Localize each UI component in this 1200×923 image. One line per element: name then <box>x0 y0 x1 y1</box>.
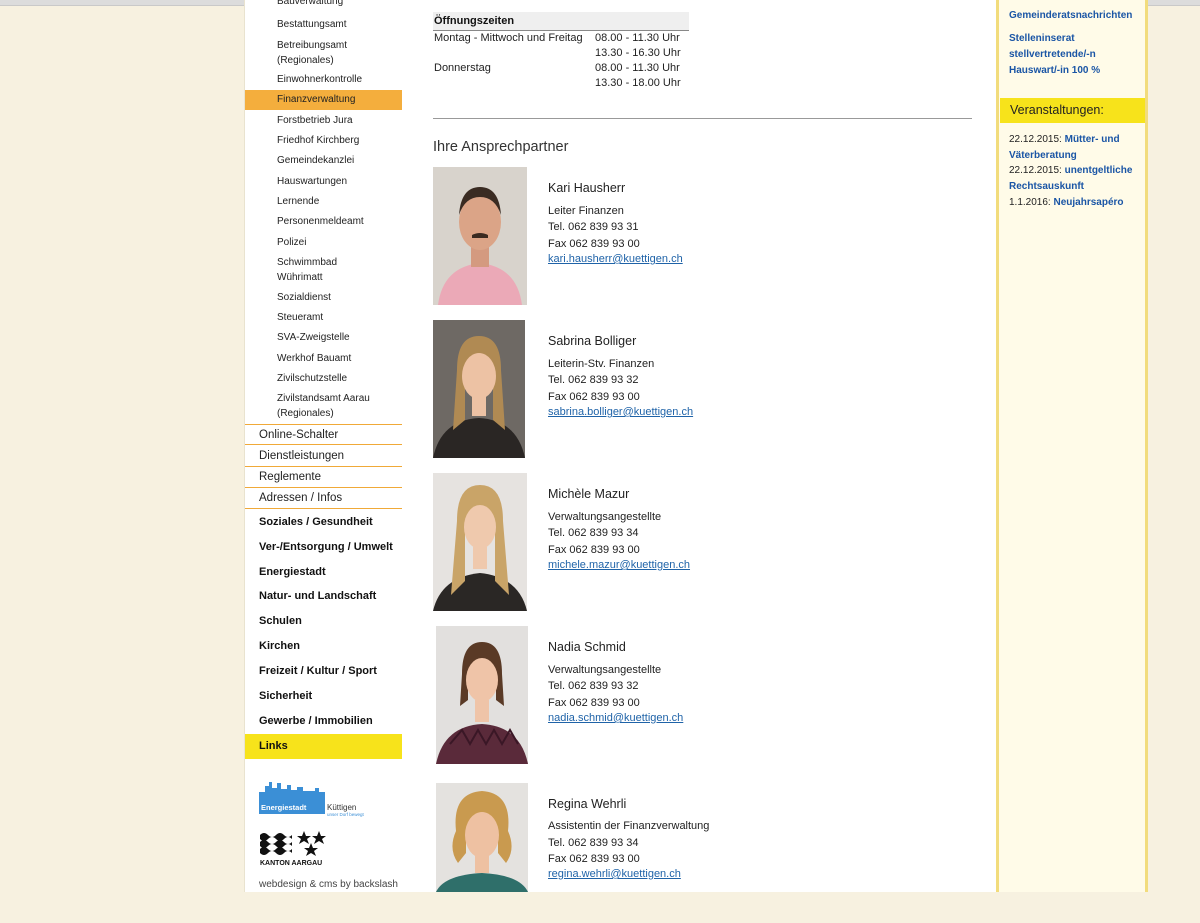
contact-email-link[interactable]: michele.mazur@kuettigen.ch <box>548 559 690 571</box>
contact-role: Assistentin der Finanzverwaltung <box>548 820 710 832</box>
contact-phone: Tel. 062 839 93 32 <box>548 374 639 386</box>
contact-name: Sabrina Bolliger <box>548 334 637 348</box>
event-date: 22.12.2015: <box>1009 134 1062 145</box>
nav-dienstleistungen[interactable]: Dienstleistungen <box>245 446 403 467</box>
nav-ver-entsorgung[interactable]: Ver-/Entsorgung / Umwelt <box>245 535 403 560</box>
contact-photo <box>436 626 528 764</box>
hours-time: 08.00 - 11.30 Uhr <box>595 62 680 74</box>
submenu-item-zivilschutzstelle[interactable]: Zivilschutzstelle <box>245 371 403 386</box>
nav-sicherheit[interactable]: Sicherheit <box>245 684 403 709</box>
left-navigation: Bauverwaltung Bestattungsamt Betreibungs… <box>244 0 403 892</box>
svg-text:unser Dorf bewegt: unser Dorf bewegt <box>327 812 365 817</box>
contact-card: Sabrina Bolliger Leiterin-Stv. Finanzen … <box>433 320 953 460</box>
nav-adressen-infos[interactable]: Adressen / Infos <box>245 488 403 509</box>
hours-time: 08.00 - 11.30 Uhr <box>595 32 680 44</box>
divider <box>433 118 972 119</box>
contact-name: Kari Hausherr <box>548 181 626 195</box>
hours-label: Montag - Mittwoch und Freitag <box>434 32 583 44</box>
submenu-item-werkhof[interactable]: Werkhof Bauamt <box>245 351 403 366</box>
svg-text:Energiestadt: Energiestadt <box>261 803 307 812</box>
contact-card: Nadia Schmid Verwaltungsangestellte Tel.… <box>433 626 953 766</box>
contact-photo <box>436 783 528 892</box>
contact-fax: Fax 062 839 93 00 <box>548 697 640 709</box>
contact-photo <box>433 320 525 458</box>
contact-email-link[interactable]: kari.hausherr@kuettigen.ch <box>548 253 683 265</box>
nav-online-schalter[interactable]: Online-Schalter <box>245 424 403 445</box>
nav-soziales-gesundheit[interactable]: Soziales / Gesundheit <box>245 510 403 535</box>
contact-email-link[interactable]: sabrina.bolliger@kuettigen.ch <box>548 406 693 418</box>
contact-photo <box>433 167 527 305</box>
nav-energiestadt[interactable]: Energiestadt <box>245 560 403 585</box>
submenu-item-personenmeldeamt[interactable]: Personenmeldeamt <box>245 214 403 229</box>
contacts-title: Ihre Ansprechpartner <box>433 139 569 155</box>
event-link[interactable]: Neujahrsapéro <box>1054 197 1124 208</box>
submenu-item-polizei[interactable]: Polizei <box>245 235 403 250</box>
contact-role: Verwaltungsangestellte <box>548 664 662 676</box>
kanton-aargau-logo[interactable]: KANTON AARGAU <box>259 830 329 868</box>
event-item: 22.12.2015: Mütter- und Väterberatung <box>1009 132 1143 164</box>
contact-card: Kari Hausherr Leiter Finanzen Tel. 062 8… <box>433 167 953 307</box>
contact-email-link[interactable]: nadia.schmid@kuettigen.ch <box>548 712 683 724</box>
nav-kirchen[interactable]: Kirchen <box>245 634 403 659</box>
contact-phone: Tel. 062 839 93 31 <box>548 221 639 233</box>
contact-phone: Tel. 062 839 93 34 <box>548 527 639 539</box>
contact-fax: Fax 062 839 93 00 <box>548 544 640 556</box>
submenu-item-zivilstandsamt[interactable]: Zivilstandsamt Aarau (Regionales) <box>245 391 403 421</box>
contact-fax: Fax 062 839 93 00 <box>548 853 640 865</box>
contact-phone: Tel. 062 839 93 32 <box>548 680 639 692</box>
submenu-item-hauswartungen[interactable]: Hauswartungen <box>245 174 403 189</box>
event-date: 1.1.2016: <box>1009 197 1051 208</box>
credit-line: webdesign & cms by backslash <box>259 879 398 890</box>
submenu-item-sozialdienst[interactable]: Sozialdienst <box>245 290 403 305</box>
contact-photo <box>433 473 527 611</box>
submenu-item-bauverwaltung[interactable]: Bauverwaltung <box>245 0 403 8</box>
nav-reglemente[interactable]: Reglemente <box>245 467 403 488</box>
submenu-item-betreibungsamt[interactable]: Betreibungsamt (Regionales) <box>245 38 403 68</box>
nav-links[interactable]: Links <box>245 734 403 759</box>
submenu-item-finanzverwaltung[interactable]: Finanzverwaltung <box>245 90 403 110</box>
submenu-item-lernende[interactable]: Lernende <box>245 194 403 209</box>
event-item: 22.12.2015: unentgeltliche Rechtsauskunf… <box>1009 163 1143 195</box>
hours-table-header: Öffnungszeiten <box>433 12 689 31</box>
nav-natur-landschaft[interactable]: Natur- und Landschaft <box>245 584 403 609</box>
hours-time: 13.30 - 18.00 Uhr <box>595 77 681 89</box>
submenu-item-schwimmbad[interactable]: Schwimmbad Wührimatt <box>245 255 403 285</box>
contact-role: Leiter Finanzen <box>548 205 624 217</box>
svg-text:KANTON AARGAU: KANTON AARGAU <box>260 860 322 867</box>
contact-email-link[interactable]: regina.wehrli@kuettigen.ch <box>548 868 681 880</box>
contact-fax: Fax 062 839 93 00 <box>548 391 640 403</box>
right-sidebar: Gemeinderatsnachrichten Stelleninserat s… <box>996 0 1148 892</box>
nav-freizeit-kultur-sport[interactable]: Freizeit / Kultur / Sport <box>245 659 403 684</box>
news-link[interactable]: Gemeinderatsnachrichten <box>1009 8 1132 24</box>
nav-gewerbe-immobilien[interactable]: Gewerbe / Immobilien <box>245 709 403 734</box>
submenu-item-forstbetrieb[interactable]: Forstbetrieb Jura <box>245 113 403 128</box>
submenu-item-einwohnerkontrolle[interactable]: Einwohnerkontrolle <box>245 72 403 87</box>
energiestadt-logo[interactable]: Energiestadt Küttigen unser Dorf bewegt <box>259 778 384 818</box>
submenu-item-sva-zweigstelle[interactable]: SVA-Zweigstelle <box>245 330 403 345</box>
contact-phone: Tel. 062 839 93 34 <box>548 837 639 849</box>
event-date: 22.12.2015: <box>1009 165 1062 176</box>
events-title: Veranstaltungen: <box>1000 98 1145 123</box>
job-ad-link[interactable]: Stelleninserat stellvertretende/-n Hausw… <box>1009 31 1139 79</box>
submenu-item-bestattungsamt[interactable]: Bestattungsamt <box>245 17 403 32</box>
nav-schulen[interactable]: Schulen <box>245 609 403 634</box>
contact-card: Regina Wehrli Assistentin der Finanzverw… <box>433 783 953 923</box>
contact-card: Michèle Mazur Verwaltungsangestellte Tel… <box>433 473 953 613</box>
contact-fax: Fax 062 839 93 00 <box>548 238 640 250</box>
hours-time: 13.30 - 16.30 Uhr <box>595 47 681 59</box>
contact-name: Michèle Mazur <box>548 487 630 501</box>
event-item: 1.1.2016: Neujahrsapéro <box>1009 195 1143 211</box>
contact-role: Leiterin-Stv. Finanzen <box>548 358 655 370</box>
contact-role: Verwaltungsangestellte <box>548 511 662 523</box>
hours-label: Donnerstag <box>434 62 491 74</box>
submenu-item-gemeindekanzlei[interactable]: Gemeindekanzlei <box>245 153 403 168</box>
contact-name: Regina Wehrli <box>548 797 627 811</box>
contact-name: Nadia Schmid <box>548 640 626 654</box>
main-content: Öffnungszeiten Montag - Mittwoch und Fre… <box>402 0 996 892</box>
submenu-item-friedhof[interactable]: Friedhof Kirchberg <box>245 133 403 148</box>
svg-text:Küttigen: Küttigen <box>327 803 356 812</box>
submenu-item-steueramt[interactable]: Steueramt <box>245 310 403 325</box>
